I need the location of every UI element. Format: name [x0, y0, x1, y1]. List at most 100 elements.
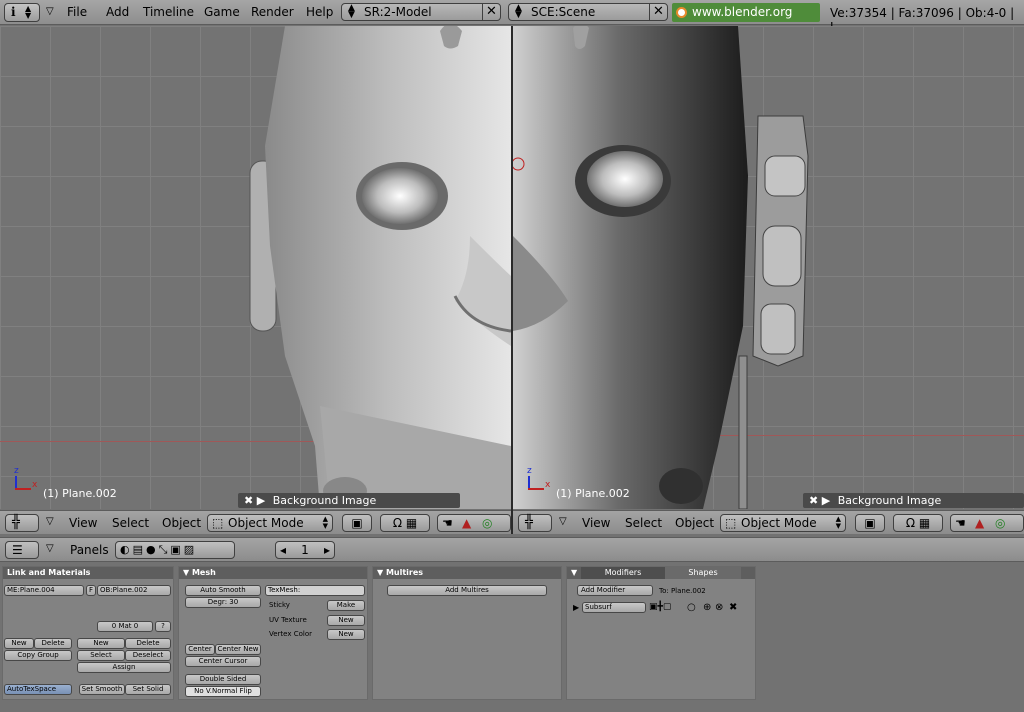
background-image-panel[interactable]: ✖ ▶ Background Image	[238, 493, 460, 508]
collapse-menu-icon[interactable]: ▽	[46, 516, 54, 527]
page-number-field[interactable]: ◂ 1 ▸	[275, 541, 335, 559]
collapse-menu-icon[interactable]: ▽	[46, 543, 54, 554]
center-new-button[interactable]: Center New	[215, 644, 261, 655]
mode-selector[interactable]: ⬚ Object Mode ▲ ▼	[207, 514, 333, 532]
menu-add[interactable]: Add	[106, 5, 129, 19]
texmesh-field[interactable]: TexMesh:	[265, 585, 365, 596]
editor-type-button[interactable]: ╬	[518, 514, 552, 532]
scene-name: SCE:Scene	[531, 5, 596, 19]
close-scene-icon[interactable]: ✕	[649, 3, 667, 21]
autotexspace-toggle[interactable]: AutoTexSpace	[4, 684, 72, 695]
menu-view[interactable]: View	[582, 516, 610, 530]
hand-icon[interactable]: ☚	[442, 515, 453, 531]
panels-menu[interactable]: Panels	[70, 543, 109, 557]
draw-type-button[interactable]: ▣	[855, 514, 885, 532]
material-delete-button[interactable]: Delete	[125, 638, 171, 649]
translate-icon[interactable]: ▲	[462, 515, 471, 531]
3d-viewport-left[interactable]: z x (1) Plane.002 ✖ ▶ Background Image	[0, 26, 511, 509]
expand-panel-icon[interactable]: ▶	[257, 494, 265, 507]
menu-file[interactable]: File	[67, 5, 87, 19]
translate-icon[interactable]: ▲	[975, 515, 984, 531]
close-screen-icon[interactable]: ✕	[482, 3, 500, 21]
set-solid-button[interactable]: Set Solid	[125, 684, 171, 695]
double-sided-toggle[interactable]: Double Sided	[185, 674, 261, 685]
blender-url-link[interactable]: www.blender.org 249.2	[672, 3, 820, 38]
degr-field[interactable]: Degr: 30	[185, 597, 261, 608]
no-vnormal-flip-toggle[interactable]: No V.Normal Flip	[185, 686, 261, 697]
expand-panel-icon[interactable]: ▶	[822, 494, 830, 507]
vgroup-new-button[interactable]: New	[4, 638, 34, 649]
fake-user-toggle[interactable]: F	[86, 585, 96, 596]
add-modifier-dropdown[interactable]: Add Modifier	[577, 585, 653, 596]
expand-modifier-icon[interactable]: ▶	[573, 603, 579, 612]
collapse-menu-icon[interactable]: ▽	[46, 6, 54, 17]
sticky-make-button[interactable]: Make	[327, 600, 365, 611]
delete-modifier-icon[interactable]: ✖	[729, 602, 737, 613]
page-prev-icon[interactable]: ◂	[280, 542, 286, 558]
menu-select[interactable]: Select	[625, 516, 662, 530]
active-object-label: (1) Plane.002	[43, 487, 117, 500]
screen-selector[interactable]: ▲ ▼ SR:2-Model ✕	[341, 3, 501, 21]
material-deselect-button[interactable]: Deselect	[125, 650, 171, 661]
material-new-button[interactable]: New	[77, 638, 125, 649]
menu-select[interactable]: Select	[112, 516, 149, 530]
copy-group-button[interactable]: Copy Group	[4, 650, 72, 661]
pivot-button[interactable]: Ω ▦	[893, 514, 943, 532]
add-multires-button[interactable]: Add Multires	[387, 585, 547, 596]
center-button[interactable]: Center	[185, 644, 215, 655]
scene-selector[interactable]: ▲ ▼ SCE:Scene ✕	[508, 3, 668, 21]
collapse-icon[interactable]: ▼	[183, 568, 192, 577]
modifier-visibility-icons[interactable]: ▣╋▢	[649, 602, 671, 612]
material-select-button[interactable]: Select	[77, 650, 125, 661]
auto-smooth-toggle[interactable]: Auto Smooth	[185, 585, 261, 596]
editor-type-button[interactable]: ☰	[5, 541, 39, 559]
set-smooth-button[interactable]: Set Smooth	[79, 684, 125, 695]
close-panel-icon[interactable]: ✖	[809, 494, 818, 507]
move-up-icon[interactable]: ⊕	[703, 602, 711, 613]
close-panel-icon[interactable]: ✖	[244, 494, 253, 507]
collapse-icon[interactable]: ▼	[571, 568, 577, 577]
collapse-icon[interactable]: ▼	[377, 568, 386, 577]
buttons-window-header: ☰ ▽ Panels ◐▤●⤡▣▨ ◂ 1 ▸	[0, 537, 1024, 562]
background-image-panel[interactable]: ✖ ▶ Background Image	[803, 493, 1024, 508]
mode-selector[interactable]: ⬚ Object Mode ▲ ▼	[720, 514, 846, 532]
hand-icon[interactable]: ☚	[955, 515, 966, 531]
tab-modifiers[interactable]: Modifiers	[581, 567, 665, 579]
rotate-icon[interactable]: ◎	[995, 515, 1005, 531]
menu-game[interactable]: Game	[204, 5, 240, 19]
x-axis-label: x	[545, 480, 551, 490]
collapse-menu-icon[interactable]: ▽	[559, 516, 567, 527]
object-name-field[interactable]: OB:Plane.002	[97, 585, 171, 596]
move-down-icon[interactable]: ⊗	[715, 602, 723, 613]
transform-manipulator-group[interactable]: ☚ ▲ ◎	[437, 514, 511, 532]
pivot-button[interactable]: Ω ▦	[380, 514, 430, 532]
mesh-name-field[interactable]: ME:Plane.004	[4, 585, 84, 596]
rotate-icon[interactable]: ◎	[482, 515, 492, 531]
page-next-icon[interactable]: ▸	[324, 542, 330, 558]
z-axis-label: z	[14, 466, 19, 476]
editor-type-button[interactable]: i ▲ ▼	[4, 3, 40, 22]
menu-timeline[interactable]: Timeline	[143, 5, 194, 19]
center-cursor-button[interactable]: Center Cursor	[185, 656, 261, 667]
tab-shapes[interactable]: Shapes	[665, 567, 741, 579]
editor-type-button[interactable]: ╬	[5, 514, 39, 532]
menu-help[interactable]: Help	[306, 5, 333, 19]
material-index-field[interactable]: 0 Mat 0	[97, 621, 153, 632]
vgroup-delete-button[interactable]: Delete	[34, 638, 72, 649]
3d-viewport-right[interactable]: z x (1) Plane.002 ✖ ▶ Background Image	[513, 26, 1024, 509]
menu-view[interactable]: View	[69, 516, 97, 530]
material-assign-button[interactable]: Assign	[77, 662, 171, 673]
modifier-cage-icon[interactable]: ○	[687, 602, 696, 613]
uv-texture-new-button[interactable]: New	[327, 615, 365, 626]
context-buttons[interactable]: ◐▤●⤡▣▨	[115, 541, 235, 559]
panel-title: ▼ Multires	[373, 567, 561, 579]
material-help-button[interactable]: ?	[155, 621, 171, 632]
z-axis-label: z	[527, 466, 532, 476]
subsurf-name-field[interactable]: Subsurf	[582, 602, 646, 613]
menu-render[interactable]: Render	[251, 5, 294, 19]
transform-manipulator-group[interactable]: ☚ ▲ ◎	[950, 514, 1024, 532]
vertex-color-new-button[interactable]: New	[327, 629, 365, 640]
draw-type-button[interactable]: ▣	[342, 514, 372, 532]
menu-object[interactable]: Object	[675, 516, 714, 530]
menu-object[interactable]: Object	[162, 516, 201, 530]
